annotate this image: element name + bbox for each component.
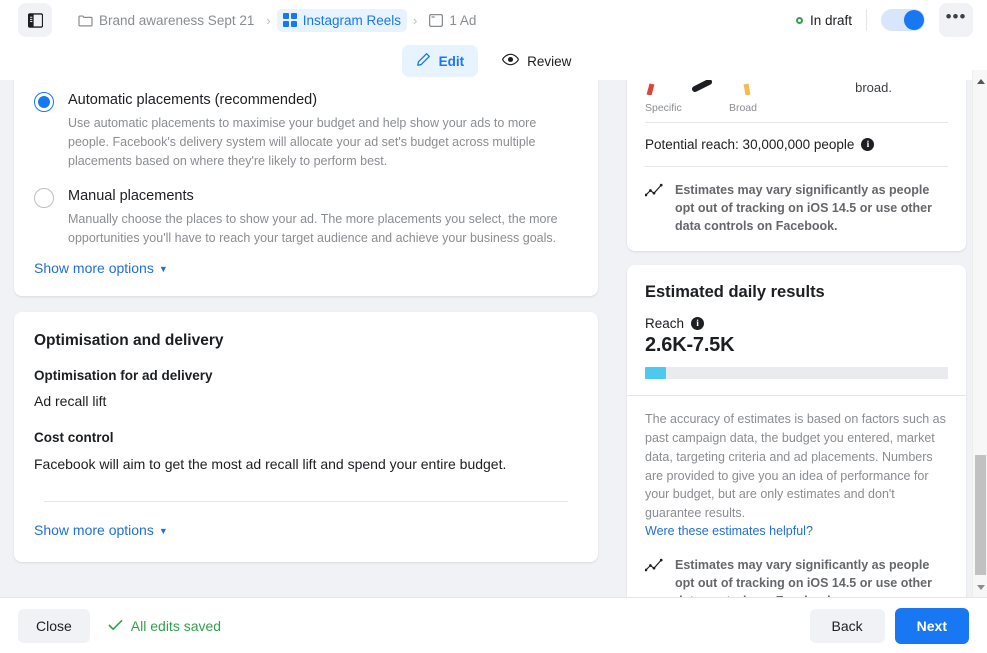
breadcrumb-item-campaign[interactable]: Brand awareness Sept 21 — [72, 9, 260, 32]
scroll-up-arrow[interactable] — [973, 74, 987, 88]
draft-toggle[interactable] — [881, 9, 925, 31]
folder-icon — [78, 14, 93, 27]
tab-edit-label: Edit — [438, 53, 465, 69]
check-icon — [108, 618, 123, 634]
top-bar: Brand awareness Sept 21 › Instagram Reel… — [0, 0, 987, 40]
audience-gauge-arc — [646, 80, 751, 96]
page-scrollbar-thumb[interactable] — [975, 455, 986, 575]
scroll-down-arrow[interactable] — [973, 580, 987, 594]
estimated-daily-results-card: Estimated daily results Reach i 2.6K-7.5… — [627, 265, 966, 597]
radio-automatic[interactable] — [34, 92, 54, 112]
chevron-down-icon: ▼ — [158, 526, 168, 537]
vertical-divider — [866, 9, 867, 31]
radio-manual[interactable] — [34, 188, 54, 209]
estimated-reach-value: 2.6K-7.5K — [645, 334, 735, 357]
breadcrumb-label-adset: Instagram Reels — [302, 12, 401, 28]
info-icon[interactable]: i — [691, 317, 705, 331]
next-button[interactable]: Next — [894, 607, 969, 644]
window-icon — [429, 13, 444, 27]
audience-disclaimer-text: Estimates may vary significantly as peop… — [675, 183, 932, 234]
edit-review-tabs: Edit Review — [0, 42, 987, 80]
tab-review-label: Review — [527, 53, 572, 69]
chart-line-icon — [644, 558, 663, 597]
placement-option-automatic[interactable]: Automatic placements (recommended) Use a… — [14, 80, 598, 171]
optimisation-show-more-options[interactable]: Show more options ▼ — [34, 522, 168, 538]
sidebar-panel-glyph — [27, 12, 43, 28]
gauge-label-broad: Broad — [728, 102, 757, 114]
optimisation-show-more-label: Show more options — [34, 522, 154, 539]
breadcrumb-separator-2: › — [413, 12, 418, 28]
optimisation-field-value: Ad recall lift — [34, 393, 107, 410]
placement-option-manual[interactable]: Manual placements Manually choose the pl… — [14, 171, 598, 248]
placement-manual-desc: Manually choose the places to show your … — [68, 212, 558, 246]
placement-manual-title: Manual placements — [68, 188, 194, 205]
info-icon[interactable]: i — [861, 138, 875, 151]
audience-gauge-labels: Specific Broad — [645, 102, 757, 114]
save-status-label: All edits saved — [130, 617, 222, 634]
breadcrumb-label-ad: 1 Ad — [449, 12, 477, 28]
audience-disclaimer: Estimates may vary significantly as peop… — [627, 167, 966, 251]
footer-bar: Close All edits saved Back Next — [0, 597, 987, 653]
toggle-knob — [904, 10, 924, 30]
breadcrumb-item-adset[interactable]: Instagram Reels — [276, 8, 407, 32]
chevron-down-icon: ▼ — [158, 264, 168, 275]
main-body: Automatic placements (recommended) Use a… — [0, 70, 987, 597]
optimisation-field-label: Optimisation for ad delivery — [34, 368, 213, 384]
optimisation-section-title: Optimisation and delivery — [34, 332, 224, 350]
cost-control-label: Cost control — [34, 430, 114, 446]
status-dot-icon — [795, 16, 803, 24]
close-button[interactable]: Close — [18, 608, 90, 643]
gauge-label-specific: Specific — [645, 102, 682, 114]
audience-definition-card: Specific Broad broad. Potential reach: 3… — [627, 80, 966, 252]
audience-cut-text: broad. — [855, 80, 892, 95]
placements-card: Automatic placements (recommended) Use a… — [14, 80, 598, 297]
estimated-results-title: Estimated daily results — [645, 283, 825, 302]
breadcrumb-label-campaign: Brand awareness Sept 21 — [99, 12, 255, 28]
breadcrumb-separator-1: › — [266, 12, 271, 28]
page-scrollbar[interactable] — [972, 70, 987, 597]
optimisation-card: Optimisation and delivery Optimisation f… — [14, 312, 598, 563]
status-area: In draft ••• — [795, 3, 987, 37]
back-button[interactable]: Back — [809, 608, 885, 643]
eye-icon — [502, 53, 520, 69]
potential-reach-text: Potential reach: 30,000,000 people — [645, 137, 855, 152]
estimated-reach-label: Reach — [645, 316, 685, 332]
save-status: All edits saved — [108, 618, 221, 634]
estimates-feedback-link[interactable]: Were these estimates helpful? — [627, 523, 966, 538]
pencil-icon — [416, 52, 431, 70]
tab-review[interactable]: Review — [488, 46, 585, 76]
sidebar-panel-icon[interactable] — [18, 3, 52, 37]
estimates-column: Specific Broad broad. Potential reach: 3… — [612, 80, 987, 597]
breadcrumb-item-ad[interactable]: 1 Ad — [423, 9, 482, 32]
placements-show-more-label: Show more options — [34, 260, 154, 277]
status-badge: In draft — [809, 12, 852, 28]
cost-control-value: Facebook will aim to get the most ad rec… — [34, 456, 507, 473]
settings-column: Automatic placements (recommended) Use a… — [0, 80, 612, 597]
estimated-reach-bar — [645, 367, 948, 380]
grid-squares-icon — [282, 13, 297, 27]
estimated-disclaimer: Estimates may vary significantly as peop… — [627, 538, 966, 597]
estimated-reach-row: Reach i — [627, 302, 966, 331]
chart-line-icon — [644, 183, 663, 235]
placement-automatic-title: Automatic placements (recommended) — [68, 92, 318, 108]
estimated-accuracy-text: The accuracy of estimates is based on fa… — [645, 412, 946, 521]
tab-edit[interactable]: Edit — [401, 45, 479, 77]
breadcrumb: Brand awareness Sept 21 › Instagram Reel… — [72, 8, 482, 32]
more-options-button[interactable]: ••• — [939, 3, 973, 37]
placements-show-more-options[interactable]: Show more options ▼ — [34, 260, 168, 276]
estimated-reach-bar-fill — [645, 367, 667, 380]
placement-automatic-desc: Use automatic placements to maximise you… — [68, 116, 537, 169]
estimated-disclaimer-text: Estimates may vary significantly as peop… — [675, 557, 932, 597]
audience-gauge: Specific Broad broad. — [627, 80, 966, 114]
potential-reach-row: Potential reach: 30,000,000 people i — [627, 123, 966, 166]
